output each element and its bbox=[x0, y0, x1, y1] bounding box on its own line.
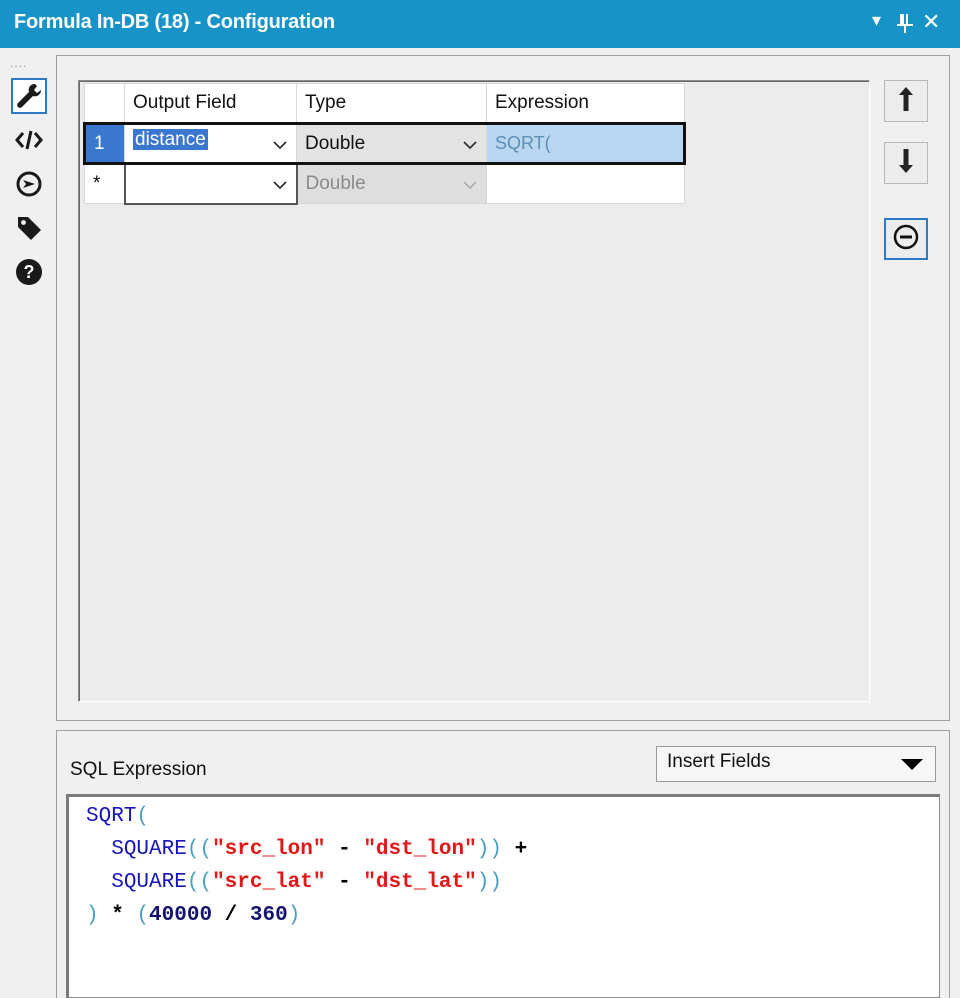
close-icon[interactable]: ✕ bbox=[922, 9, 940, 35]
window-title: Formula In-DB (18) - Configuration bbox=[14, 11, 335, 33]
insert-fields-dropdown[interactable]: Insert Fields bbox=[656, 746, 936, 782]
caret-down-icon bbox=[901, 759, 923, 770]
column-header-output-field[interactable]: Output Field bbox=[124, 83, 297, 124]
row-index: * bbox=[84, 163, 125, 204]
code-line-4: ) * (40000 / 360) bbox=[86, 904, 301, 927]
column-header-type[interactable]: Type bbox=[296, 83, 487, 124]
target-icon[interactable] bbox=[11, 166, 47, 202]
grip-dots[interactable]: .... bbox=[10, 56, 27, 70]
chevron-down-icon[interactable] bbox=[462, 135, 478, 157]
tag-icon[interactable] bbox=[11, 210, 47, 246]
table-row[interactable]: 1 distance Double SQRT( bbox=[83, 122, 686, 165]
output-field-select[interactable]: distance bbox=[124, 122, 297, 165]
arrow-up-icon bbox=[896, 85, 916, 118]
insert-fields-label: Insert Fields bbox=[667, 751, 771, 772]
code-line-1: SQRT( bbox=[86, 805, 150, 828]
minus-circle-icon bbox=[893, 224, 919, 255]
chevron-down-icon[interactable] bbox=[272, 175, 288, 197]
type-select[interactable]: Double bbox=[296, 122, 487, 165]
arrow-down-icon bbox=[896, 147, 916, 180]
table-row[interactable]: * Double bbox=[84, 162, 685, 205]
output-field-select[interactable] bbox=[123, 162, 298, 205]
move-up-button[interactable] bbox=[884, 80, 928, 122]
type-value: Double bbox=[305, 173, 366, 194]
sql-expression-label: SQL Expression bbox=[70, 759, 207, 780]
sql-code[interactable]: SQRT( SQUARE(("src_lon" - "dst_lon")) + … bbox=[86, 800, 527, 932]
grid-corner bbox=[84, 83, 125, 124]
output-field-value: distance bbox=[133, 128, 208, 150]
code-line-2: SQUARE(("src_lon" - "dst_lon")) + bbox=[111, 838, 528, 861]
pin-icon[interactable] bbox=[896, 12, 914, 40]
left-rail: .... ? bbox=[0, 48, 56, 998]
move-down-button[interactable] bbox=[884, 142, 928, 184]
type-select[interactable]: Double bbox=[296, 163, 487, 204]
chevron-down-icon[interactable] bbox=[462, 175, 478, 197]
wrench-icon[interactable] bbox=[11, 78, 47, 114]
column-header-expression[interactable]: Expression bbox=[486, 83, 685, 124]
code-line-3: SQUARE(("src_lat" - "dst_lat")) bbox=[111, 871, 502, 894]
formula-grid: Output Field Type Expression 1 distance … bbox=[83, 83, 686, 205]
help-icon[interactable]: ? bbox=[11, 254, 47, 290]
svg-text:?: ? bbox=[24, 262, 35, 282]
grid-header-row: Output Field Type Expression bbox=[84, 83, 685, 124]
row-index: 1 bbox=[83, 122, 125, 165]
remove-button[interactable] bbox=[884, 218, 928, 260]
expression-cell[interactable] bbox=[486, 163, 685, 204]
type-value: Double bbox=[305, 132, 366, 154]
chevron-down-icon[interactable] bbox=[272, 135, 288, 157]
expression-cell[interactable]: SQRT( bbox=[486, 122, 686, 165]
dropdown-icon[interactable]: ▾ bbox=[872, 10, 881, 31]
title-bar: Formula In-DB (18) - Configuration ▾ ✕ bbox=[0, 0, 960, 48]
code-icon[interactable] bbox=[11, 122, 47, 158]
